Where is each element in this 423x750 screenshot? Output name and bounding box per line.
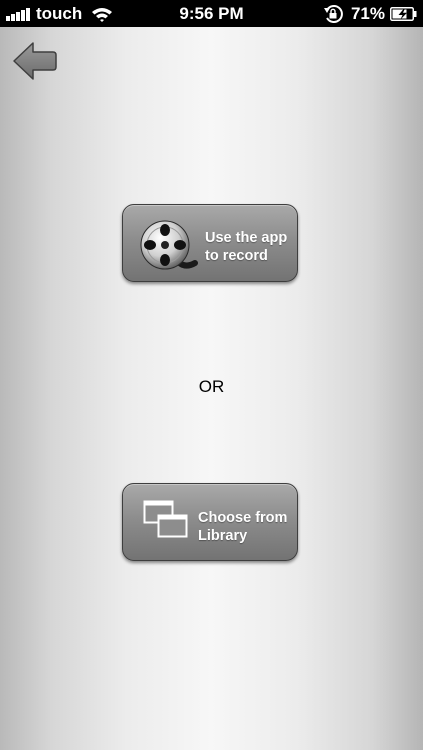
film-reel-icon — [140, 220, 198, 270]
status-right: 71% — [323, 3, 417, 24]
or-separator: OR — [198, 377, 225, 396]
arrow-left-icon — [13, 42, 57, 80]
choose-from-library-button[interactable]: Choose from Library — [122, 483, 298, 561]
record-with-app-button[interactable]: Use the app to record — [122, 204, 298, 282]
back-button[interactable] — [12, 40, 58, 82]
status-bar: touch 9:56 PM 71% — [0, 0, 423, 27]
battery-charging-icon — [390, 6, 417, 21]
rotation-lock-icon — [323, 4, 343, 23]
library-button-label: Choose from Library — [198, 510, 288, 544]
record-button-label: Use the app to record — [205, 230, 288, 264]
battery-percent: 71% — [350, 3, 385, 23]
stacked-windows-icon — [143, 500, 188, 538]
